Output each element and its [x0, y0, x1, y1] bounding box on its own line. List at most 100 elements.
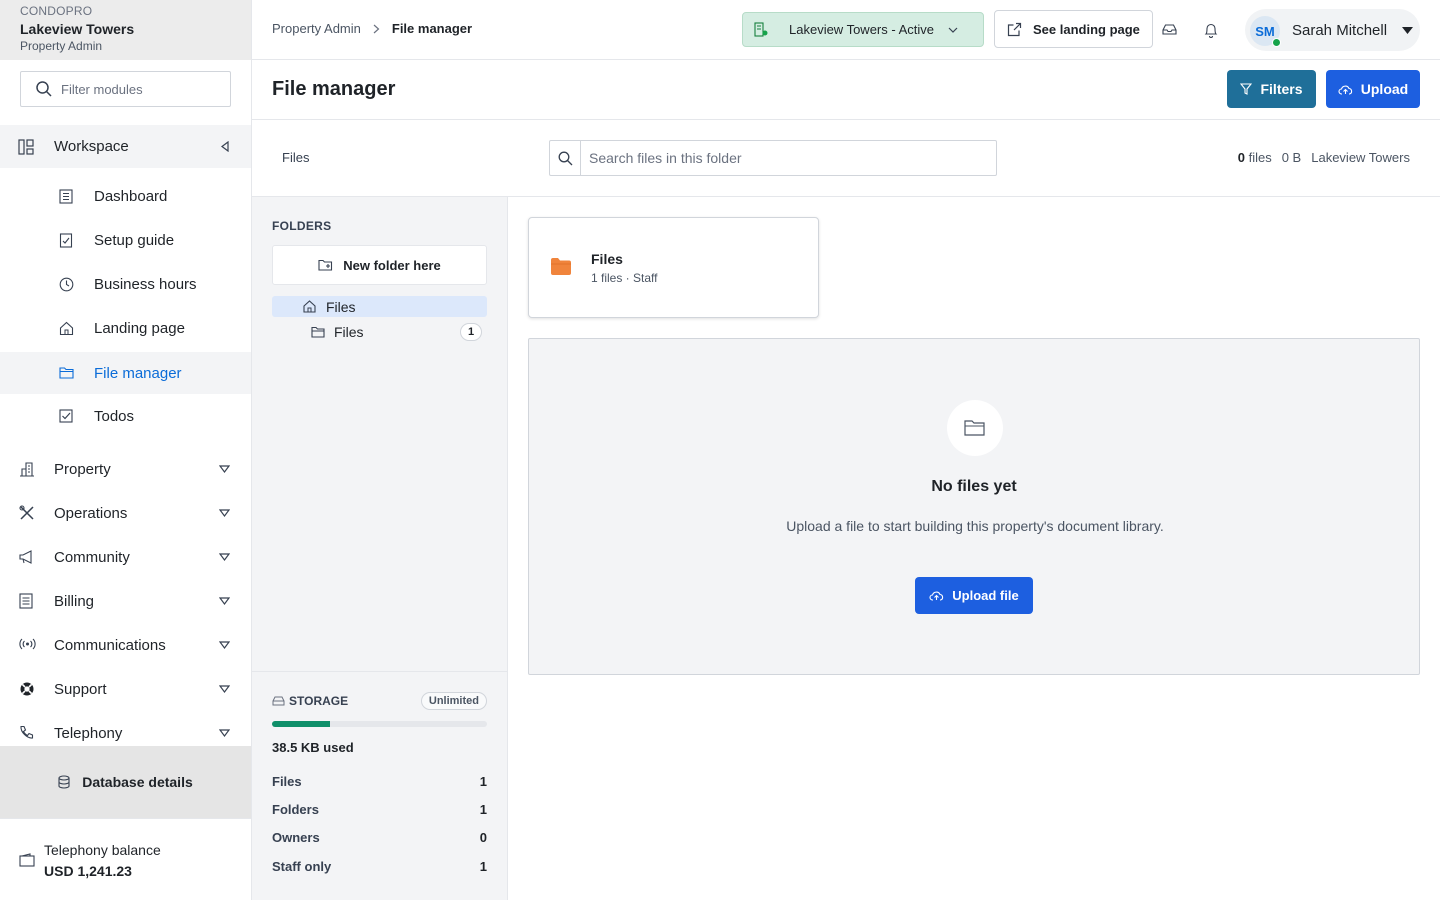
breadcrumb-root-link[interactable]: Property Admin — [272, 21, 361, 36]
layout-icon — [18, 138, 34, 155]
sidebar-item-label: Landing page — [94, 319, 185, 337]
sidebar-item-business-hours[interactable]: Business hours — [0, 263, 251, 305]
filter-modules-field[interactable] — [20, 71, 231, 107]
folders-heading: FOLDERS — [272, 219, 332, 233]
sidebar-item-landing-page[interactable]: Landing page — [0, 307, 251, 349]
checklist-icon — [59, 233, 73, 248]
folder-tree-item[interactable]: Files 1 — [272, 321, 487, 343]
filters-label: Filters — [1260, 81, 1303, 97]
wallet-icon — [19, 853, 35, 867]
building-status-icon — [754, 22, 768, 37]
sidebar-item-dashboard[interactable]: Dashboard — [0, 175, 251, 217]
sidebar-group-label: Telephony — [54, 724, 123, 742]
stat-label: Owners — [272, 830, 320, 845]
expand-triangle-icon[interactable] — [219, 597, 230, 605]
megaphone-icon — [19, 550, 32, 564]
expand-triangle-icon[interactable] — [219, 509, 230, 517]
folder-card-name: Files — [591, 251, 623, 267]
sidebar-group-label: Operations — [54, 504, 128, 522]
empty-state-title: No files yet — [931, 478, 1017, 495]
sidebar-item-file-manager[interactable]: File manager — [0, 352, 251, 394]
ledger-icon — [19, 593, 33, 609]
property-status-label: Lakeview Towers - Active — [789, 22, 934, 37]
search-icon — [36, 81, 52, 97]
expand-triangle-icon[interactable] — [219, 553, 230, 561]
tools-icon — [19, 505, 34, 520]
folder-card[interactable]: Files 1 files · Staff — [528, 217, 819, 318]
home-icon — [59, 321, 74, 336]
filter-funnel-icon — [1240, 83, 1253, 95]
sidebar-group-operations[interactable]: Operations — [0, 491, 251, 535]
sidebar-item-todos[interactable]: Todos — [0, 395, 251, 437]
database-icon — [58, 775, 70, 789]
expand-triangle-icon[interactable] — [219, 729, 230, 737]
bell-icon[interactable] — [1204, 22, 1218, 38]
sidebar-item-label: Todos — [94, 407, 135, 425]
workspace-label: Workspace — [54, 138, 129, 155]
sidebar-group-label: Communications — [54, 636, 166, 654]
filter-modules-input[interactable] — [61, 81, 211, 97]
sidebar-group-billing[interactable]: Billing — [0, 579, 251, 623]
sidebar-item-label: Business hours — [94, 275, 197, 293]
see-landing-page-button[interactable]: See landing page — [994, 10, 1153, 48]
chevron-right-icon — [373, 24, 380, 33]
see-landing-page-label: See landing page — [1033, 21, 1140, 37]
sidebar-group-support[interactable]: Support — [0, 667, 251, 711]
property-status-select[interactable]: Lakeview Towers - Active — [742, 12, 984, 47]
expand-triangle-icon[interactable] — [219, 685, 230, 693]
search-field[interactable] — [549, 140, 997, 176]
empty-state: No files yet Upload a file to start buil… — [528, 338, 1420, 675]
storage-summary: STORAGE Unlimited 38.5 KB used Files 1 Fo… — [252, 671, 507, 900]
folder-tree-root[interactable]: Files — [272, 296, 487, 317]
online-status-dot — [1272, 38, 1281, 47]
cloud-upload-icon — [1338, 85, 1352, 95]
cloud-upload-icon — [929, 591, 944, 601]
current-folder-label: Files — [282, 150, 310, 165]
sidebar-item-label: File manager — [94, 364, 182, 382]
storage-stat-owners: Owners 0 — [272, 830, 487, 845]
sidebar-item-label: Setup guide — [94, 231, 175, 249]
user-menu[interactable]: SM Sarah Mitchell — [1245, 9, 1420, 51]
expand-triangle-icon[interactable] — [219, 641, 230, 649]
stat-label: Folders — [272, 802, 319, 817]
sidebar-group-label: Property — [54, 460, 111, 478]
brand-name: CONDOPRO — [20, 4, 93, 18]
lifebuoy-icon — [20, 682, 34, 696]
stat-value: 1 — [479, 802, 487, 817]
top-bar: Property Admin File manager Lakeview Tow… — [252, 0, 1440, 60]
folder-summary: 0 files 0 B Lakeview Towers — [1238, 150, 1410, 165]
telephony-balance: Telephony balance USD 1,241.23 — [0, 818, 251, 900]
stat-value: 0 — [479, 830, 487, 845]
empty-state-message: Upload a file to start building this pro… — [786, 518, 1164, 534]
home-icon — [303, 300, 316, 313]
filters-button[interactable]: Filters — [1227, 70, 1316, 108]
caret-down-icon — [1402, 27, 1413, 34]
folder-card-meta: 1 files · Staff — [591, 271, 658, 285]
upload-button[interactable]: Upload — [1326, 70, 1420, 108]
broadcast-icon — [19, 638, 36, 650]
hard-drive-icon — [272, 696, 285, 706]
phone-icon — [20, 725, 34, 739]
database-details-button[interactable]: Database details — [0, 746, 251, 818]
folder-count-badge: 1 — [460, 323, 482, 341]
upload-file-label: Upload file — [952, 588, 1019, 603]
collapse-triangle-icon[interactable] — [220, 141, 230, 152]
expand-triangle-icon[interactable] — [219, 465, 230, 473]
sidebar-workspace-header[interactable]: Workspace — [0, 125, 251, 168]
search-files-input[interactable] — [581, 141, 981, 175]
inbox-icon[interactable] — [1162, 23, 1177, 36]
database-details-label: Database details — [82, 774, 193, 790]
user-name: Sarah Mitchell — [1292, 22, 1388, 39]
sidebar-group-communications[interactable]: Communications — [0, 623, 251, 667]
building-icon — [20, 462, 34, 477]
sidebar-group-community[interactable]: Community — [0, 535, 251, 579]
stat-label: Staff only — [272, 859, 332, 874]
folder-tree-item-label: Files — [334, 324, 364, 340]
upload-file-button[interactable]: Upload file — [915, 577, 1033, 614]
sidebar-group-property[interactable]: Property — [0, 447, 251, 491]
sidebar: CONDOPRO Lakeview Towers Property Admin … — [0, 0, 252, 900]
sidebar-item-setup-guide[interactable]: Setup guide — [0, 219, 251, 261]
user-role: Property Admin — [20, 39, 103, 53]
storage-stat-staff-only: Staff only 1 — [272, 859, 487, 874]
new-folder-button[interactable]: New folder here — [272, 245, 487, 285]
